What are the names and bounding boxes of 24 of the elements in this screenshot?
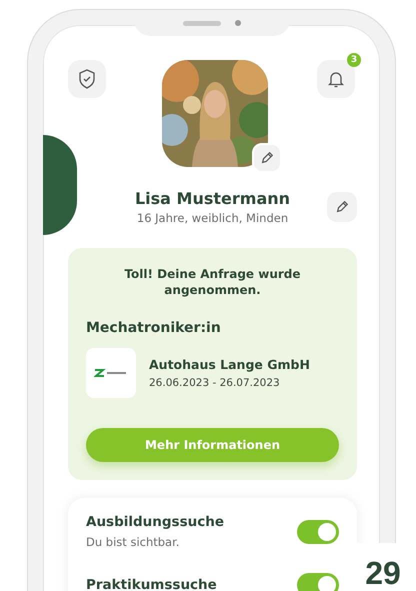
company-name: Autohaus Lange GmbH [149, 357, 310, 372]
bell-icon [328, 70, 344, 88]
date-range: 26.06.2023 - 26.07.2023 [149, 377, 281, 389]
speaker-grille [183, 20, 221, 26]
notification-badge: 3 [347, 53, 361, 67]
job-title: Mechatroniker:in [86, 320, 222, 336]
company-logo [86, 348, 136, 398]
toggle-switch[interactable] [297, 573, 339, 591]
shield-icon [78, 69, 96, 89]
page-number: 29 [365, 557, 401, 589]
shield-button[interactable] [68, 60, 106, 98]
edit-photo-button[interactable] [252, 143, 282, 173]
setting-label: Praktikumssuche [86, 577, 217, 591]
setting-status: Du bist sichtbar. [86, 535, 180, 549]
profile-details: 16 Jahre, weiblich, Minden [136, 211, 288, 225]
camera-dot [235, 20, 241, 26]
pencil-icon [335, 200, 349, 214]
request-message: Toll! Deine Anfrage wurde angenommen. [123, 266, 302, 298]
setting-label: Ausbildungssuche [86, 514, 224, 530]
toggle-switch[interactable] [297, 520, 339, 544]
edit-profile-button[interactable] [327, 192, 357, 222]
more-info-button[interactable]: Mehr Informationen [86, 428, 339, 462]
profile-name: Lisa Mustermann [134, 189, 290, 208]
pencil-icon [260, 151, 274, 165]
